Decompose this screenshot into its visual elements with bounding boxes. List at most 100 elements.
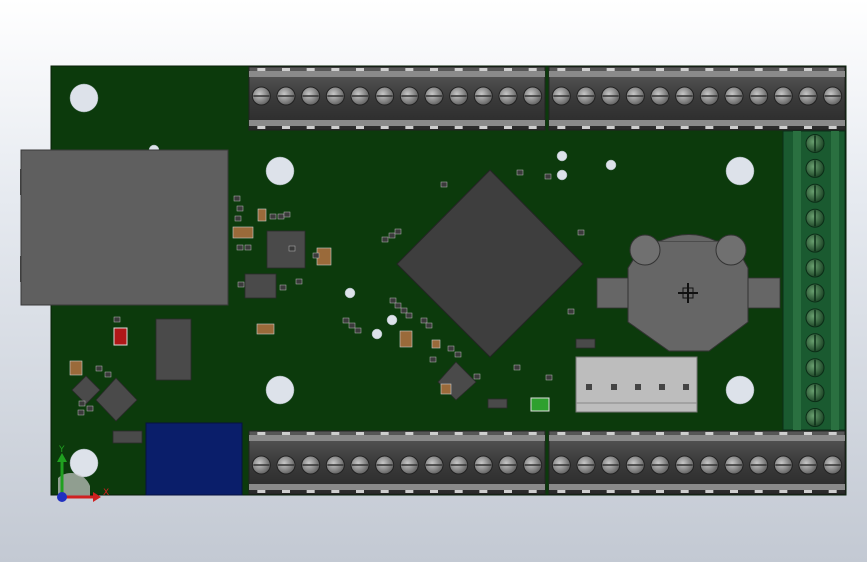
wire-opening [680, 490, 689, 493]
wire-opening [405, 490, 414, 493]
smd-component [429, 356, 437, 363]
wire-opening [631, 126, 640, 129]
wire-opening [582, 490, 590, 493]
smd-component [425, 322, 433, 329]
mounting-hole [725, 375, 755, 405]
wire-opening [705, 126, 714, 129]
smd-component [232, 226, 254, 239]
smd-component [394, 302, 402, 309]
smd-component [400, 307, 408, 314]
red-capacitor [113, 327, 128, 346]
smd-component [236, 205, 244, 212]
wire-opening [557, 490, 566, 493]
wire-opening [779, 68, 788, 71]
wire-opening [479, 432, 488, 435]
wire-opening [528, 68, 537, 71]
smd-component [447, 345, 455, 352]
wire-opening [430, 432, 438, 435]
wire-opening [828, 432, 837, 435]
wire-opening [606, 126, 615, 129]
via-hole [371, 328, 383, 340]
terminal-block-top-right [548, 66, 846, 131]
wire-opening [779, 432, 788, 435]
ic-chip [155, 318, 192, 381]
via-hole [556, 169, 568, 181]
smd-component [234, 215, 242, 222]
wire-opening [730, 490, 738, 493]
smd-component [545, 374, 553, 381]
mounting-hole [69, 83, 99, 113]
terminal-rail [249, 120, 545, 126]
green-led [530, 397, 550, 412]
smd-component [244, 244, 252, 251]
y-axis-label: Y [58, 445, 65, 455]
wire-opening [479, 126, 488, 129]
cad-viewport[interactable]: Y X [0, 0, 867, 562]
wire-opening [557, 126, 566, 129]
wire-opening [656, 126, 664, 129]
rj45-connector [20, 149, 229, 306]
wire-opening [454, 490, 463, 493]
wire-opening [828, 490, 837, 493]
wire-opening [504, 432, 512, 435]
wire-opening [680, 68, 689, 71]
wire-opening [730, 126, 738, 129]
wire-opening [828, 68, 837, 71]
smd-component [233, 195, 241, 202]
smd-component [295, 278, 303, 285]
wire-opening [606, 68, 615, 71]
terminal-block-right-green [782, 130, 846, 431]
wire-opening [804, 68, 812, 71]
wire-opening [804, 432, 812, 435]
smd-component [283, 211, 291, 218]
terminal-block-top-left [248, 66, 546, 131]
smd-component [544, 173, 552, 180]
mounting-hole [265, 156, 295, 186]
wire-opening [479, 490, 488, 493]
smd-component [405, 312, 413, 319]
wire-opening [606, 490, 615, 493]
wire-opening [656, 68, 664, 71]
terminal-rail [249, 435, 545, 441]
smd-component [86, 405, 94, 412]
smd-component [257, 208, 267, 222]
wire-opening [331, 126, 340, 129]
wire-opening [380, 432, 389, 435]
smd-component [354, 327, 362, 334]
wire-opening [454, 68, 463, 71]
via-hole [556, 150, 568, 162]
smd-component [420, 317, 428, 324]
wire-opening [582, 432, 590, 435]
wire-opening [405, 126, 414, 129]
ic-chip [112, 430, 143, 444]
wire-opening [380, 490, 389, 493]
wire-opening [282, 68, 290, 71]
pcb-3d-view[interactable]: Y X [0, 0, 867, 562]
mounting-hole [725, 156, 755, 186]
wire-opening [405, 432, 414, 435]
smd-component [237, 281, 245, 288]
wire-opening [557, 68, 566, 71]
wire-opening [282, 490, 290, 493]
wire-opening [282, 432, 290, 435]
smd-component [342, 317, 350, 324]
wire-opening [754, 432, 763, 435]
wire-opening [754, 126, 763, 129]
wire-opening [557, 432, 566, 435]
terminal-block-bottom-left [248, 430, 546, 495]
wire-opening [306, 432, 315, 435]
smd-component [288, 245, 296, 252]
wire-opening [804, 490, 812, 493]
wire-opening [730, 68, 738, 71]
ic-chip [575, 338, 596, 349]
wire-opening [504, 68, 512, 71]
smd-component [381, 236, 389, 243]
terminal-rail [831, 131, 839, 430]
terminal-rail [549, 120, 845, 126]
wire-opening [380, 68, 389, 71]
smd-component [394, 228, 402, 235]
wire-opening [705, 432, 714, 435]
mounting-hole [69, 448, 99, 478]
wire-opening [656, 490, 664, 493]
wire-opening [356, 490, 364, 493]
